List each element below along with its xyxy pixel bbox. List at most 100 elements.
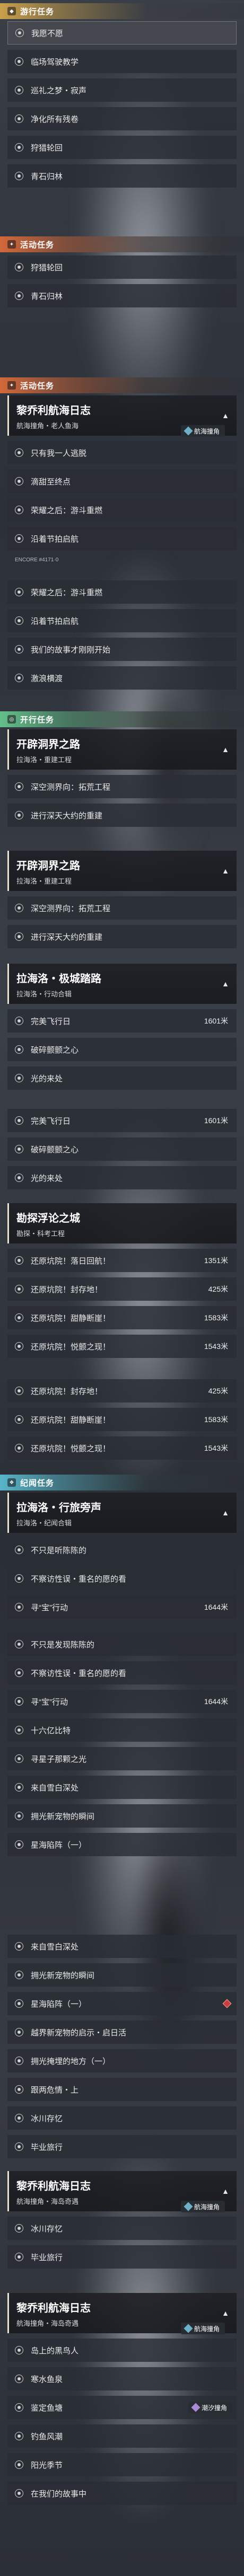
quest-row[interactable]: 完美飞行日 1601米 [7, 1009, 237, 1033]
section-header-legend[interactable]: ❖ 纪闻任务 [0, 1475, 244, 1490]
quest-row[interactable]: 狩猎轮回 [7, 136, 237, 159]
objective-dot-icon [15, 534, 23, 543]
quest-row[interactable]: 狩猎轮回 [7, 255, 237, 279]
quest-row[interactable]: 深空测界向：拓荒工程 [7, 775, 237, 798]
quest-row[interactable]: 岛上的黑鸟人 [7, 2339, 237, 2362]
quest-header[interactable]: 黎乔利航海日志 航海撞角・海岛奇遇 ▲ 航海撞角 [7, 2171, 237, 2212]
quest-header[interactable]: 开辟洞界之路 拉海洛・重建工程 ▲ [7, 729, 237, 770]
quest-row-label: 滴甜至终点 [31, 477, 71, 487]
chevron-up-icon[interactable]: ▲ [222, 867, 229, 875]
quest-row[interactable]: 钓鱼风潮 [7, 2424, 237, 2448]
quest-row[interactable]: 光的来处 [7, 1166, 237, 1189]
quest-row[interactable]: 不只是发现陈陈的 [7, 1633, 237, 1656]
quest-row[interactable]: 青石归林 [7, 284, 237, 307]
quest-row[interactable]: 光的来处 [7, 1066, 237, 1090]
quest-header[interactable]: 勘探浮论之城 勘探・科考工程 [7, 1203, 237, 1243]
quest-row[interactable]: 净化所有残卷 [7, 107, 237, 130]
quest-row[interactable]: 鉴定鱼塘 潮汐撞角 [7, 2396, 237, 2419]
section-header-daily[interactable]: ◆ 游行任务 [0, 3, 244, 19]
quest-row[interactable]: 寻“宝”行动 1644米 [7, 1690, 237, 1713]
objective-dot-icon [15, 2403, 23, 2412]
quest-row[interactable]: 沿着节拍启航 [7, 527, 237, 550]
quest-row[interactable]: 还原坑院！悦颤之现！ 1543米 [7, 1436, 237, 1460]
quest-row[interactable]: 星海陷阵（一） [7, 1992, 237, 2015]
quest-row[interactable]: 不只是听陈陈的 [7, 1538, 237, 1562]
quest-row[interactable]: 荣耀之后：游斗重燃 [7, 498, 237, 522]
quest-row[interactable]: 冰川存忆 [7, 2217, 237, 2240]
quest-title: 拉海洛・极城踏路 [16, 973, 101, 985]
quest-header[interactable]: 拉海洛・行旅旁声 拉海洛・纪闻合辑 ▲ [7, 1493, 237, 1533]
quest-row[interactable]: 还原坑院！落日回航！ 1351米 [7, 1249, 237, 1272]
quest-row[interactable]: 进行深天大约的重建 [7, 925, 237, 948]
chevron-up-icon[interactable]: ▲ [222, 980, 229, 988]
quest-row[interactable]: 巡礼之梦・寂声 [7, 78, 237, 102]
event-block: ✦ 活动任务 狩猎轮回 青石归林 [0, 236, 244, 307]
quest-header[interactable]: 拉海洛・极城踏路 拉海洛・行动合辑 ▲ [7, 964, 237, 1004]
quest-row[interactable]: 在我们的故事中 [7, 2482, 237, 2505]
quest-row[interactable]: 毕业旅行 [7, 2245, 237, 2269]
quest-row[interactable]: 寒水鱼泉 [7, 2367, 237, 2390]
compass-icon: ◎ [7, 715, 16, 724]
quest-row[interactable]: 毕业旅行 [7, 2135, 237, 2158]
quest-row-label: 寻“宝”行动 [31, 1697, 68, 1707]
chevron-up-icon[interactable]: ▲ [222, 745, 229, 754]
chevron-up-icon[interactable]: ▲ [222, 2309, 229, 2317]
quest-row[interactable]: 还原坑院！封存地！ 425米 [7, 1379, 237, 1402]
quest-row[interactable]: 十六亿比特 [7, 1718, 237, 1742]
quest-title: 拉海洛・行旅旁声 [16, 1502, 101, 1514]
quest-row-label: 狩猎轮回 [31, 263, 63, 272]
quest-row[interactable]: 只有我一人逃脱 [7, 441, 237, 464]
quest-row[interactable]: 阳光季节 [7, 2453, 237, 2476]
quest-row[interactable]: 拥光掩埋的地方（一） [7, 2049, 237, 2072]
section-header-event[interactable]: ✦ 活动任务 [0, 236, 244, 252]
chevron-up-icon[interactable]: ▲ [222, 1508, 229, 1517]
quest-row[interactable]: 不察访性误・重名的愿的看 [7, 1567, 237, 1590]
quest-row[interactable]: 还原坑院！甜静断崖！ 1583米 [7, 1306, 237, 1329]
quest-header[interactable]: 开辟洞界之路 拉海洛・重建工程 ▲ [7, 851, 237, 891]
quest-row[interactable]: 还原坑院！封存地！ 425米 [7, 1277, 237, 1301]
quest-row[interactable]: 深空测界向：拓荒工程 [7, 896, 237, 920]
quest-row[interactable]: 来自雪白深处 [7, 1935, 237, 1958]
quest-row[interactable]: 寻“宝”行动 1644米 [7, 1595, 237, 1619]
quest-row[interactable]: 完美飞行日 1601米 [7, 1109, 237, 1132]
quest-row[interactable]: 星海陷阵（一） [7, 1833, 237, 1856]
quest-row[interactable]: 进行深天大约的重建 [7, 804, 237, 827]
quest-row[interactable]: 越界新宠物的启示・启日活 [7, 2021, 237, 2044]
legend-block: ❖ 纪闻任务 拉海洛・行旅旁声 拉海洛・纪闻合辑 ▲ 不只是听陈陈的 不察访性误… [0, 1475, 244, 1856]
objective-dot-icon [15, 143, 23, 152]
objective-dot-icon [15, 29, 24, 37]
quest-header[interactable]: 黎乔利航海日志 航海撞角・海岛奇遇 ▲ 航海撞角 [7, 2293, 237, 2334]
quest-row[interactable]: 跟两危情・上 [7, 2078, 237, 2101]
quest-row[interactable]: 拥光新宠物的瞬间 [7, 1804, 237, 1828]
quest-row-label: 我们的故事才刚刚开始 [31, 645, 111, 655]
objective-dot-icon [15, 811, 23, 819]
quest-row[interactable]: 来自雪白深处 [7, 1776, 237, 1799]
quest-row[interactable]: 荣耀之后：游斗重燃 [7, 580, 237, 604]
quest-row[interactable]: 破碎颤颤之心 [7, 1038, 237, 1061]
quest-row[interactable]: 青石归林 [7, 164, 237, 188]
chevron-up-icon[interactable]: ▲ [222, 411, 229, 420]
section-header-trail[interactable]: ◎ 开行任务 [0, 711, 244, 727]
quest-row[interactable]: 激浪横渡 [7, 666, 237, 690]
quest-row-label: 进行深天大约的重建 [31, 932, 103, 942]
quest-row[interactable]: 我愿不愿 [7, 21, 237, 45]
quest-header[interactable]: 黎乔利航海日志 航海撞角・老人鱼海 ▲ 航海撞角 [7, 395, 237, 437]
objective-dot-icon [15, 477, 23, 486]
quest-row-label: 不只是听陈陈的 [31, 1546, 87, 1555]
quest-row[interactable]: 沿着节拍启航 [7, 609, 237, 632]
section-header-event[interactable]: ✦ 活动任务 [0, 377, 244, 393]
quest-row[interactable]: 还原坑院！甜静断崖！ 1583米 [7, 1408, 237, 1431]
objective-dot-icon [15, 114, 23, 123]
quest-tag-label: 航海撞角 [194, 2325, 220, 2333]
quest-row[interactable]: 破碎颤颤之心 [7, 1137, 237, 1161]
quest-row[interactable]: 我们的故事才刚刚开始 [7, 638, 237, 661]
quest-row[interactable]: 冰川存忆 [7, 2106, 237, 2130]
objective-dot-icon [15, 645, 23, 654]
quest-row[interactable]: 不察访性误・重名的愿的看 [7, 1661, 237, 1684]
quest-row[interactable]: 临场驾驶教学 [7, 50, 237, 73]
quest-row[interactable]: 寻星子那颗之光 [7, 1747, 237, 1770]
chevron-up-icon[interactable]: ▲ [222, 2187, 229, 2195]
quest-row[interactable]: 拥光新宠物的瞬间 [7, 1963, 237, 1987]
quest-row[interactable]: 还原坑院！悦颤之现！ 1543米 [7, 1335, 237, 1358]
quest-row[interactable]: 滴甜至终点 [7, 470, 237, 493]
